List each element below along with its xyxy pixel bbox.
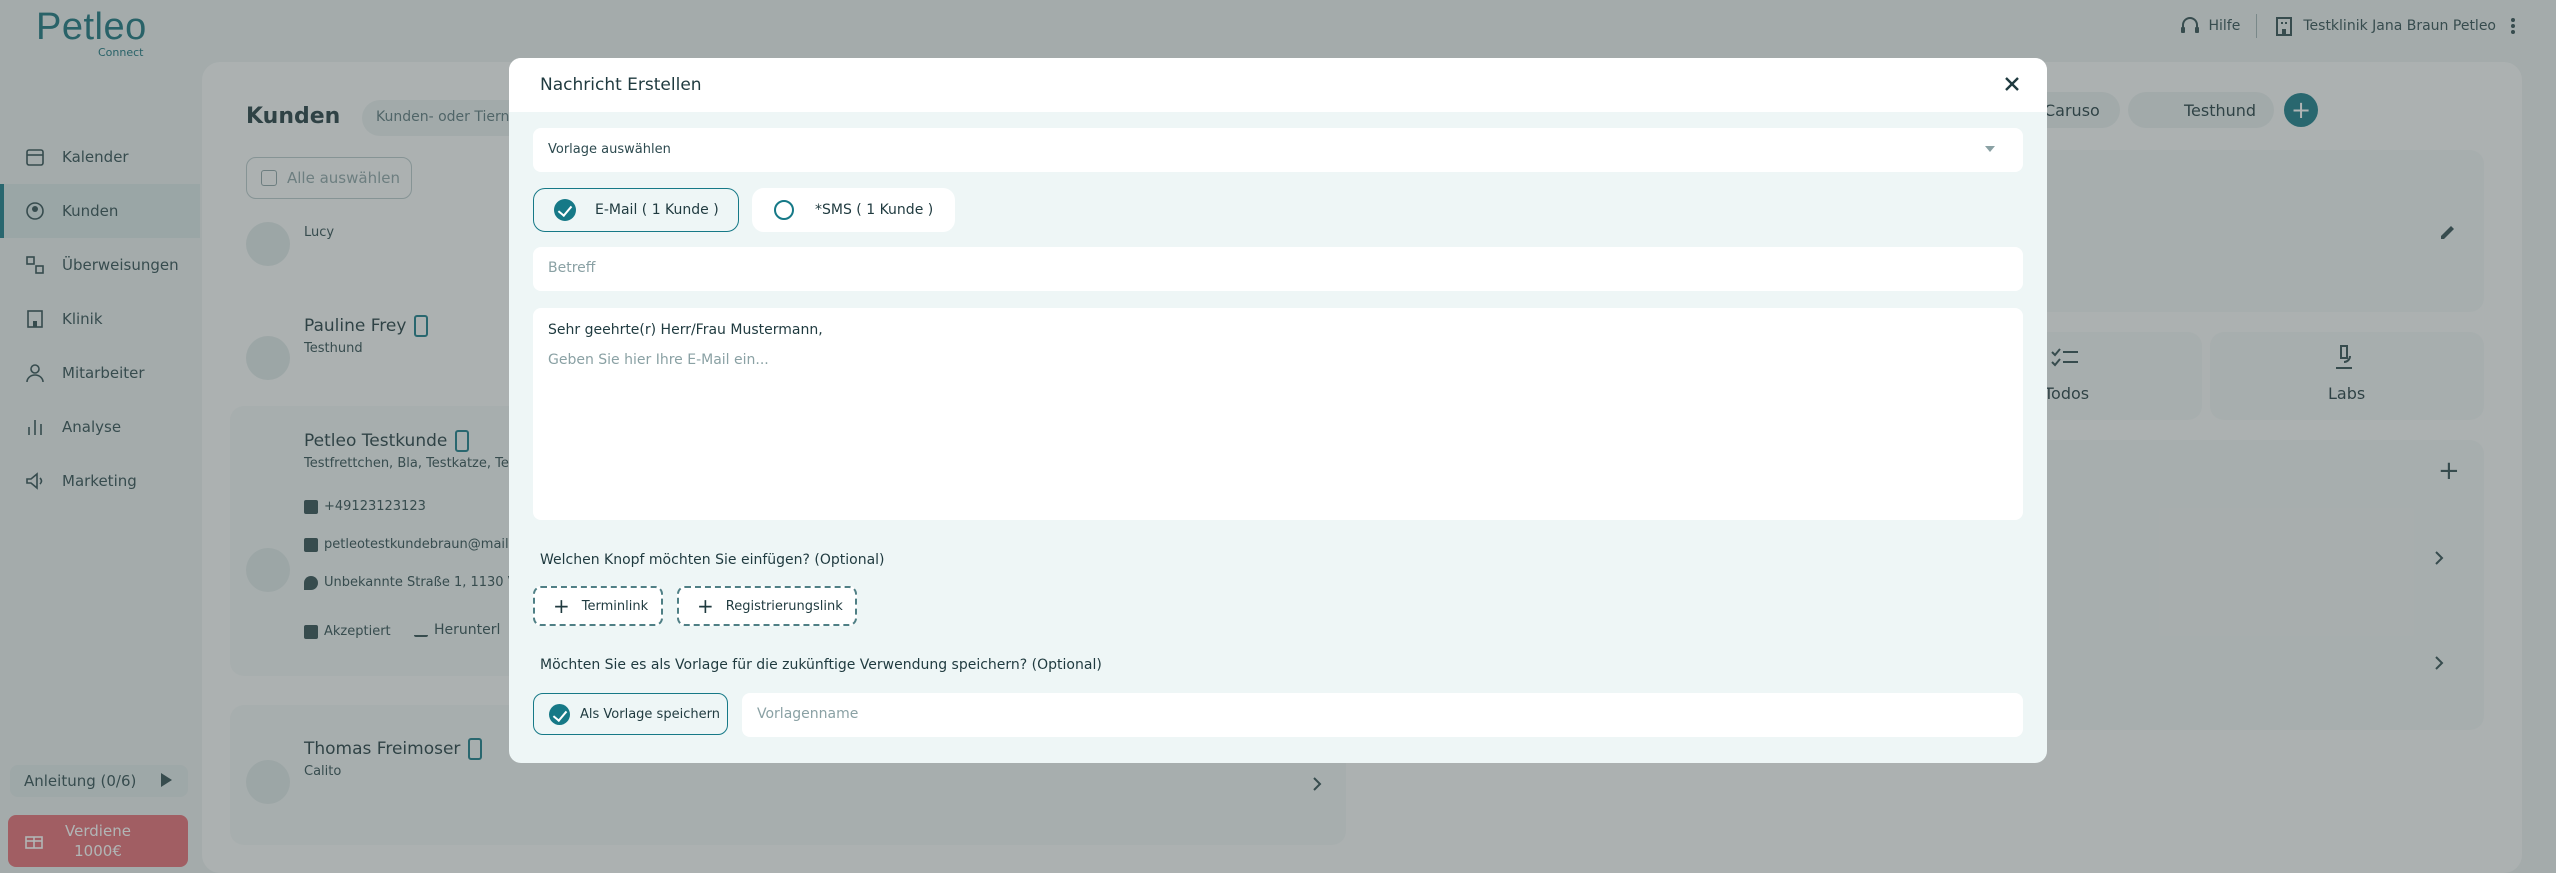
plus-icon: + (697, 594, 714, 618)
message-body-textarea[interactable]: Sehr geehrte(r) Herr/Frau Mustermann, Ge… (533, 308, 2023, 520)
template-name-placeholder: Vorlagenname (757, 706, 859, 722)
check-circle-icon (549, 703, 570, 725)
radio-icon (774, 200, 794, 220)
save-as-template-checkbox[interactable]: Als Vorlage speichern (533, 693, 728, 735)
message-greeting: Sehr geehrte(r) Herr/Frau Mustermann, (548, 322, 823, 338)
template-name-input[interactable]: Vorlagenname (742, 693, 2023, 737)
subject-input[interactable]: Betreff (533, 247, 2023, 291)
subject-placeholder: Betreff (548, 260, 596, 276)
chevron-down-icon (1985, 146, 1995, 152)
create-message-modal: Nachricht Erstellen Vorlage auswählen E-… (509, 58, 2047, 763)
modal-title: Nachricht Erstellen (540, 75, 702, 95)
channel-sms-label: *SMS ( 1 Kunde ) (815, 202, 934, 218)
channel-email-option[interactable]: E-Mail ( 1 Kunde ) (533, 188, 739, 232)
registrierungslink-label: Registrierungslink (725, 598, 843, 614)
close-button[interactable] (1999, 71, 2025, 97)
template-select[interactable]: Vorlage auswählen (533, 128, 2023, 172)
message-body-placeholder: Geben Sie hier Ihre E-Mail ein... (548, 352, 769, 368)
terminlink-label: Terminlink (581, 598, 649, 614)
channel-sms-option[interactable]: *SMS ( 1 Kunde ) (752, 188, 955, 232)
template-select-value: Vorlage auswählen (548, 142, 671, 157)
close-icon (2005, 77, 2019, 91)
plus-icon: + (553, 594, 570, 618)
save-question-label: Möchten Sie es als Vorlage für die zukün… (540, 657, 1102, 673)
channel-email-label: E-Mail ( 1 Kunde ) (595, 202, 719, 218)
modal-header: Nachricht Erstellen (509, 58, 2047, 112)
terminlink-button[interactable]: + Terminlink (533, 586, 663, 626)
button-question-label: Welchen Knopf möchten Sie einfügen? (Opt… (540, 552, 885, 568)
check-circle-icon (554, 199, 576, 221)
registrierungslink-button[interactable]: + Registrierungslink (677, 586, 857, 626)
save-as-template-label: Als Vorlage speichern (580, 706, 720, 722)
